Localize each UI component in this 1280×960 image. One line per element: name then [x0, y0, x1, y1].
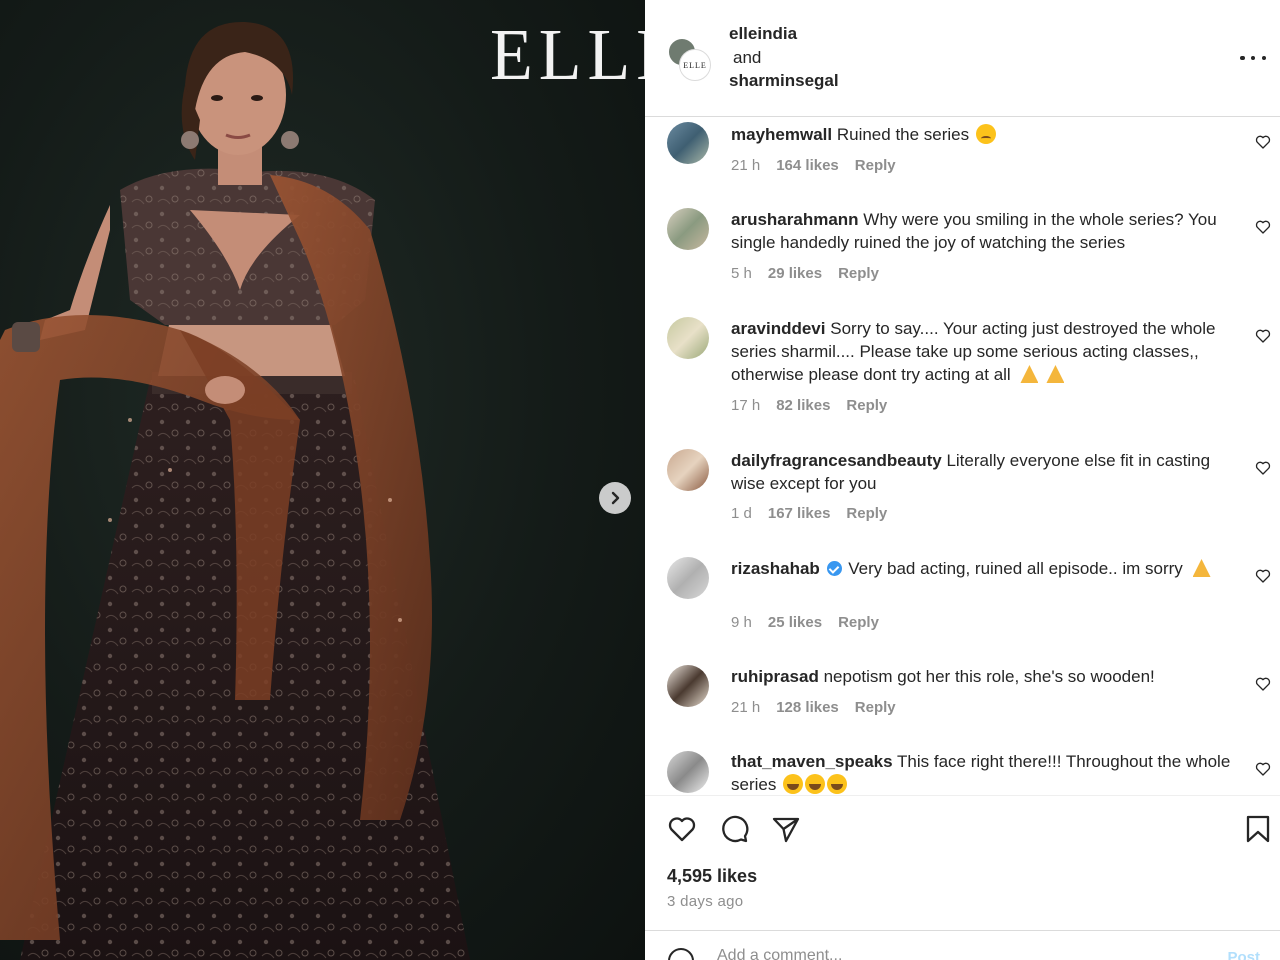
avatar-elleindia[interactable]: ELLE — [679, 49, 711, 81]
avatar[interactable] — [667, 557, 709, 599]
more-icon-dot — [1261, 55, 1266, 61]
avatar[interactable] — [667, 449, 709, 491]
comment-text: arusharahmann Why were you smiling in th… — [731, 208, 1231, 254]
comment-text: ruhiprasad nepotism got her this role, s… — [731, 665, 1231, 688]
comment-content: Very bad acting, ruined all episode.. im… — [848, 559, 1183, 578]
username-elleindia[interactable]: elleindia — [729, 22, 839, 46]
laughing-face-icon — [805, 774, 826, 794]
comments-list[interactable]: mayhemwall Ruined the series 21 h 164 li… — [645, 118, 1280, 794]
comment-likes[interactable]: 164 likes — [776, 157, 839, 174]
comment-meta: 9 h 25 likes Reply — [731, 614, 879, 631]
comment-text: mayhemwall Ruined the series — [731, 123, 1231, 146]
post-button[interactable]: Post — [1227, 949, 1260, 960]
comment-likes[interactable]: 82 likes — [776, 397, 830, 414]
laughing-face-icon — [783, 774, 804, 794]
model-photo-illustration — [0, 21, 470, 960]
comment-meta: 1 d 167 likes Reply — [731, 505, 887, 522]
collab-usernames: elleindia and sharminsegal — [729, 22, 839, 93]
share-icon[interactable] — [771, 814, 801, 844]
comment-text: dailyfragrancesandbeauty Literally every… — [731, 449, 1231, 495]
smile-icon[interactable] — [667, 947, 695, 960]
comment-username[interactable]: that_maven_speaks — [731, 752, 893, 771]
comment-meta: 21 h 128 likes Reply — [731, 699, 896, 716]
reply-button[interactable]: Reply — [846, 505, 887, 522]
folded-hands-icon — [1043, 364, 1067, 384]
heart-icon[interactable] — [1255, 460, 1271, 476]
chevron-right-icon — [611, 491, 620, 505]
avatar[interactable] — [667, 751, 709, 793]
elle-logo: ELLE — [490, 15, 645, 96]
comment-input[interactable] — [717, 947, 1177, 960]
comment-likes[interactable]: 29 likes — [768, 265, 822, 282]
post-header: ELLE elleindia and sharminsegal — [645, 0, 1280, 117]
next-image-button[interactable] — [599, 482, 631, 514]
comment-username[interactable]: dailyfragrancesandbeauty — [731, 451, 942, 470]
more-icon-dot — [1250, 55, 1256, 61]
likes-count[interactable]: 4,595 likes — [667, 866, 757, 887]
comment-text: rizashahab Very bad acting, ruined all e… — [731, 557, 1231, 580]
collab-avatars[interactable]: ELLE — [667, 37, 711, 81]
laughing-face-icon — [827, 774, 848, 794]
heart-icon[interactable] — [1255, 134, 1271, 150]
comment-likes[interactable]: 167 likes — [768, 505, 831, 522]
post-sidebar: ELLE elleindia and sharminsegal mayhemwa… — [645, 0, 1280, 960]
comment-likes[interactable]: 25 likes — [768, 614, 822, 631]
comment-meta: 5 h 29 likes Reply — [731, 265, 879, 282]
comment-time[interactable]: 5 h — [731, 265, 752, 282]
comment-content: Ruined the series — [836, 125, 970, 144]
comment-username[interactable]: mayhemwall — [731, 125, 832, 144]
heart-icon[interactable] — [1255, 676, 1271, 692]
comment-username[interactable]: rizashahab — [731, 559, 820, 578]
avatar[interactable] — [667, 317, 709, 359]
heart-icon[interactable] — [1255, 328, 1271, 344]
heart-icon[interactable] — [1255, 219, 1271, 235]
crying-face-icon — [975, 124, 996, 144]
more-icon — [1240, 55, 1245, 61]
heart-icon[interactable] — [667, 814, 697, 844]
post-image[interactable]: ELLE — [0, 0, 645, 960]
comment-username[interactable]: ruhiprasad — [731, 667, 819, 686]
comment-time[interactable]: 17 h — [731, 397, 760, 414]
comment-icon[interactable] — [719, 814, 749, 844]
avatar[interactable] — [667, 208, 709, 250]
reply-button[interactable]: Reply — [855, 699, 896, 716]
comment-time[interactable]: 21 h — [731, 699, 760, 716]
heart-icon[interactable] — [1255, 568, 1271, 584]
avatar[interactable] — [667, 665, 709, 707]
bookmark-icon[interactable] — [1243, 814, 1273, 844]
comment-text: that_maven_speaks This face right there!… — [731, 750, 1231, 794]
comment-likes[interactable]: 128 likes — [776, 699, 839, 716]
comment-text: aravinddevi Sorry to say.... Your acting… — [731, 317, 1231, 386]
more-options-button[interactable] — [1240, 48, 1266, 68]
avatar[interactable] — [667, 122, 709, 164]
collab-conjunction: and — [733, 47, 762, 67]
reply-button[interactable]: Reply — [838, 614, 879, 631]
comment-time[interactable]: 9 h — [731, 614, 752, 631]
heart-icon[interactable] — [1255, 761, 1271, 777]
comment-username[interactable]: aravinddevi — [731, 319, 826, 338]
comment-time[interactable]: 1 d — [731, 505, 752, 522]
folded-hands-icon — [1017, 364, 1041, 384]
folded-hands-icon — [1190, 558, 1214, 578]
post-actions: 4,595 likes 3 days ago — [645, 795, 1280, 930]
comment-username[interactable]: arusharahmann — [731, 210, 859, 229]
username-sharminsegal[interactable]: sharminsegal — [729, 69, 839, 93]
comment-time[interactable]: 21 h — [731, 157, 760, 174]
reply-button[interactable]: Reply — [838, 265, 879, 282]
comment-content: nepotism got her this role, she's so woo… — [823, 667, 1155, 686]
reply-button[interactable]: Reply — [855, 157, 896, 174]
comment-meta: 17 h 82 likes Reply — [731, 397, 887, 414]
add-comment-bar: Post — [645, 930, 1280, 960]
reply-button[interactable]: Reply — [846, 397, 887, 414]
post-timestamp[interactable]: 3 days ago — [667, 893, 743, 910]
verified-badge-icon — [826, 561, 842, 576]
comment-meta: 21 h 164 likes Reply — [731, 157, 896, 174]
